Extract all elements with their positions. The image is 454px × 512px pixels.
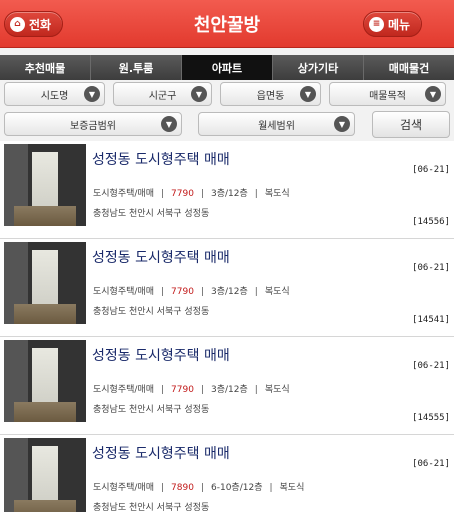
listing-type: 도시형주택/매매 [93, 385, 154, 395]
listing-structure: 복도식 [279, 483, 305, 493]
listing-structure: 복도식 [264, 287, 290, 297]
sigungu-select[interactable]: 시군구 ▼ [113, 82, 212, 106]
monthly-range-label: 월세범위 [258, 120, 295, 132]
menu-label: 메뉴 [388, 17, 411, 32]
deposit-range-select[interactable]: 보증금범위 ▼ [4, 112, 182, 136]
tab-apartment[interactable]: 아파트 [182, 55, 273, 80]
list-item[interactable]: 성정동 도시형주택 매매 [06-21] 도시형주택/매매 | 7790 | 3층/12… [0, 337, 454, 435]
listing-info: 도시형주택/매매 | 7790 | 3층/12층 | 복도식 [93, 287, 290, 297]
listing-thumbnail [4, 242, 86, 324]
listing-list: 성정동 도시형주택 매매 [06-21] 도시형주택/매매 | 7790 | 3층/12… [0, 141, 454, 512]
app-header: ⌂ 전화 천안꿀방 ≡ 메뉴 [0, 0, 454, 48]
listing-date: [06-21] [412, 165, 450, 175]
tab-commercial[interactable]: 상가기타 [273, 55, 364, 80]
chevron-down-icon: ▼ [84, 86, 100, 102]
listing-id: [14541] [412, 315, 450, 325]
chevron-down-icon: ▼ [161, 116, 177, 132]
listing-title: 성정동 도시형주택 매매 [92, 348, 230, 364]
listing-thumbnail [4, 340, 86, 422]
chevron-down-icon: ▼ [425, 86, 441, 102]
monthly-range-select[interactable]: 월세범위 ▼ [198, 112, 355, 136]
listing-id: [14555] [412, 413, 450, 423]
listing-structure: 복도식 [264, 385, 290, 395]
listing-title: 성정동 도시형주택 매매 [92, 152, 230, 168]
chevron-down-icon: ▼ [300, 86, 316, 102]
listing-structure: 복도식 [264, 189, 290, 199]
listing-price: 7890 [171, 483, 194, 493]
listing-address: 충청남도 천안시 서북구 성정동 [93, 503, 210, 512]
hamburger-icon: ≡ [369, 16, 384, 32]
tab-recommended[interactable]: 추천매물 [0, 55, 91, 80]
listing-address: 충청남도 천안시 서북구 성정동 [93, 405, 210, 415]
listing-info: 도시형주택/매매 | 7890 | 6-10층/12층 | 복도식 [93, 483, 305, 493]
listing-type: 도시형주택/매매 [93, 189, 154, 199]
listing-type: 도시형주택/매매 [93, 287, 154, 297]
listing-date: [06-21] [412, 361, 450, 371]
listing-price: 7790 [171, 287, 194, 297]
listing-floor: 3층/12층 [211, 189, 248, 199]
list-item[interactable]: 성정동 도시형주택 매매 [06-21] 도시형주택/매매 | 7890 | 6-10층… [0, 435, 454, 512]
eupmyeondong-select[interactable]: 읍면동 ▼ [220, 82, 321, 106]
list-item[interactable]: 성정동 도시형주택 매매 [06-21] 도시형주택/매매 | 7790 | 3층/12… [0, 141, 454, 239]
listing-date: [06-21] [412, 459, 450, 469]
sido-select[interactable]: 시도명 ▼ [4, 82, 105, 106]
chevron-down-icon: ▼ [334, 116, 350, 132]
listing-floor: 3층/12층 [211, 287, 248, 297]
listing-info: 도시형주택/매매 | 7790 | 3층/12층 | 복도식 [93, 189, 290, 199]
listing-address: 충청남도 천안시 서북구 성정동 [93, 307, 210, 317]
sido-select-label: 시도명 [40, 90, 69, 102]
listing-price: 7790 [171, 385, 194, 395]
deposit-range-label: 보증금범위 [70, 120, 116, 132]
listing-type: 도시형주택/매매 [93, 483, 154, 493]
listing-thumbnail [4, 438, 86, 512]
purpose-select[interactable]: 매물목적 ▼ [329, 82, 446, 106]
menu-button[interactable]: ≡ 메뉴 [363, 11, 422, 37]
tab-one-two-room[interactable]: 원.투룸 [91, 55, 182, 80]
listing-floor: 6-10층/12층 [211, 483, 263, 493]
tab-for-sale[interactable]: 매매물건 [364, 55, 454, 80]
sigungu-select-label: 시군구 [148, 90, 177, 102]
list-item[interactable]: 성정동 도시형주택 매매 [06-21] 도시형주택/매매 | 7790 | 3층/12… [0, 239, 454, 337]
listing-date: [06-21] [412, 263, 450, 273]
listing-thumbnail [4, 144, 86, 226]
listing-floor: 3층/12층 [211, 385, 248, 395]
chevron-down-icon: ▼ [191, 86, 207, 102]
eupmyeondong-select-label: 읍면동 [256, 90, 285, 102]
listing-title: 성정동 도시형주택 매매 [92, 446, 230, 462]
listing-price: 7790 [171, 189, 194, 199]
listing-info: 도시형주택/매매 | 7790 | 3층/12층 | 복도식 [93, 385, 290, 395]
search-button[interactable]: 검색 [372, 111, 450, 138]
listing-id: [14556] [412, 217, 450, 227]
listing-title: 성정동 도시형주택 매매 [92, 250, 230, 266]
purpose-select-label: 매물목적 [369, 90, 406, 102]
category-tabs: 추천매물 원.투룸 아파트 상가기타 매매물건 [0, 55, 454, 80]
listing-address: 충청남도 천안시 서북구 성정동 [93, 209, 210, 219]
